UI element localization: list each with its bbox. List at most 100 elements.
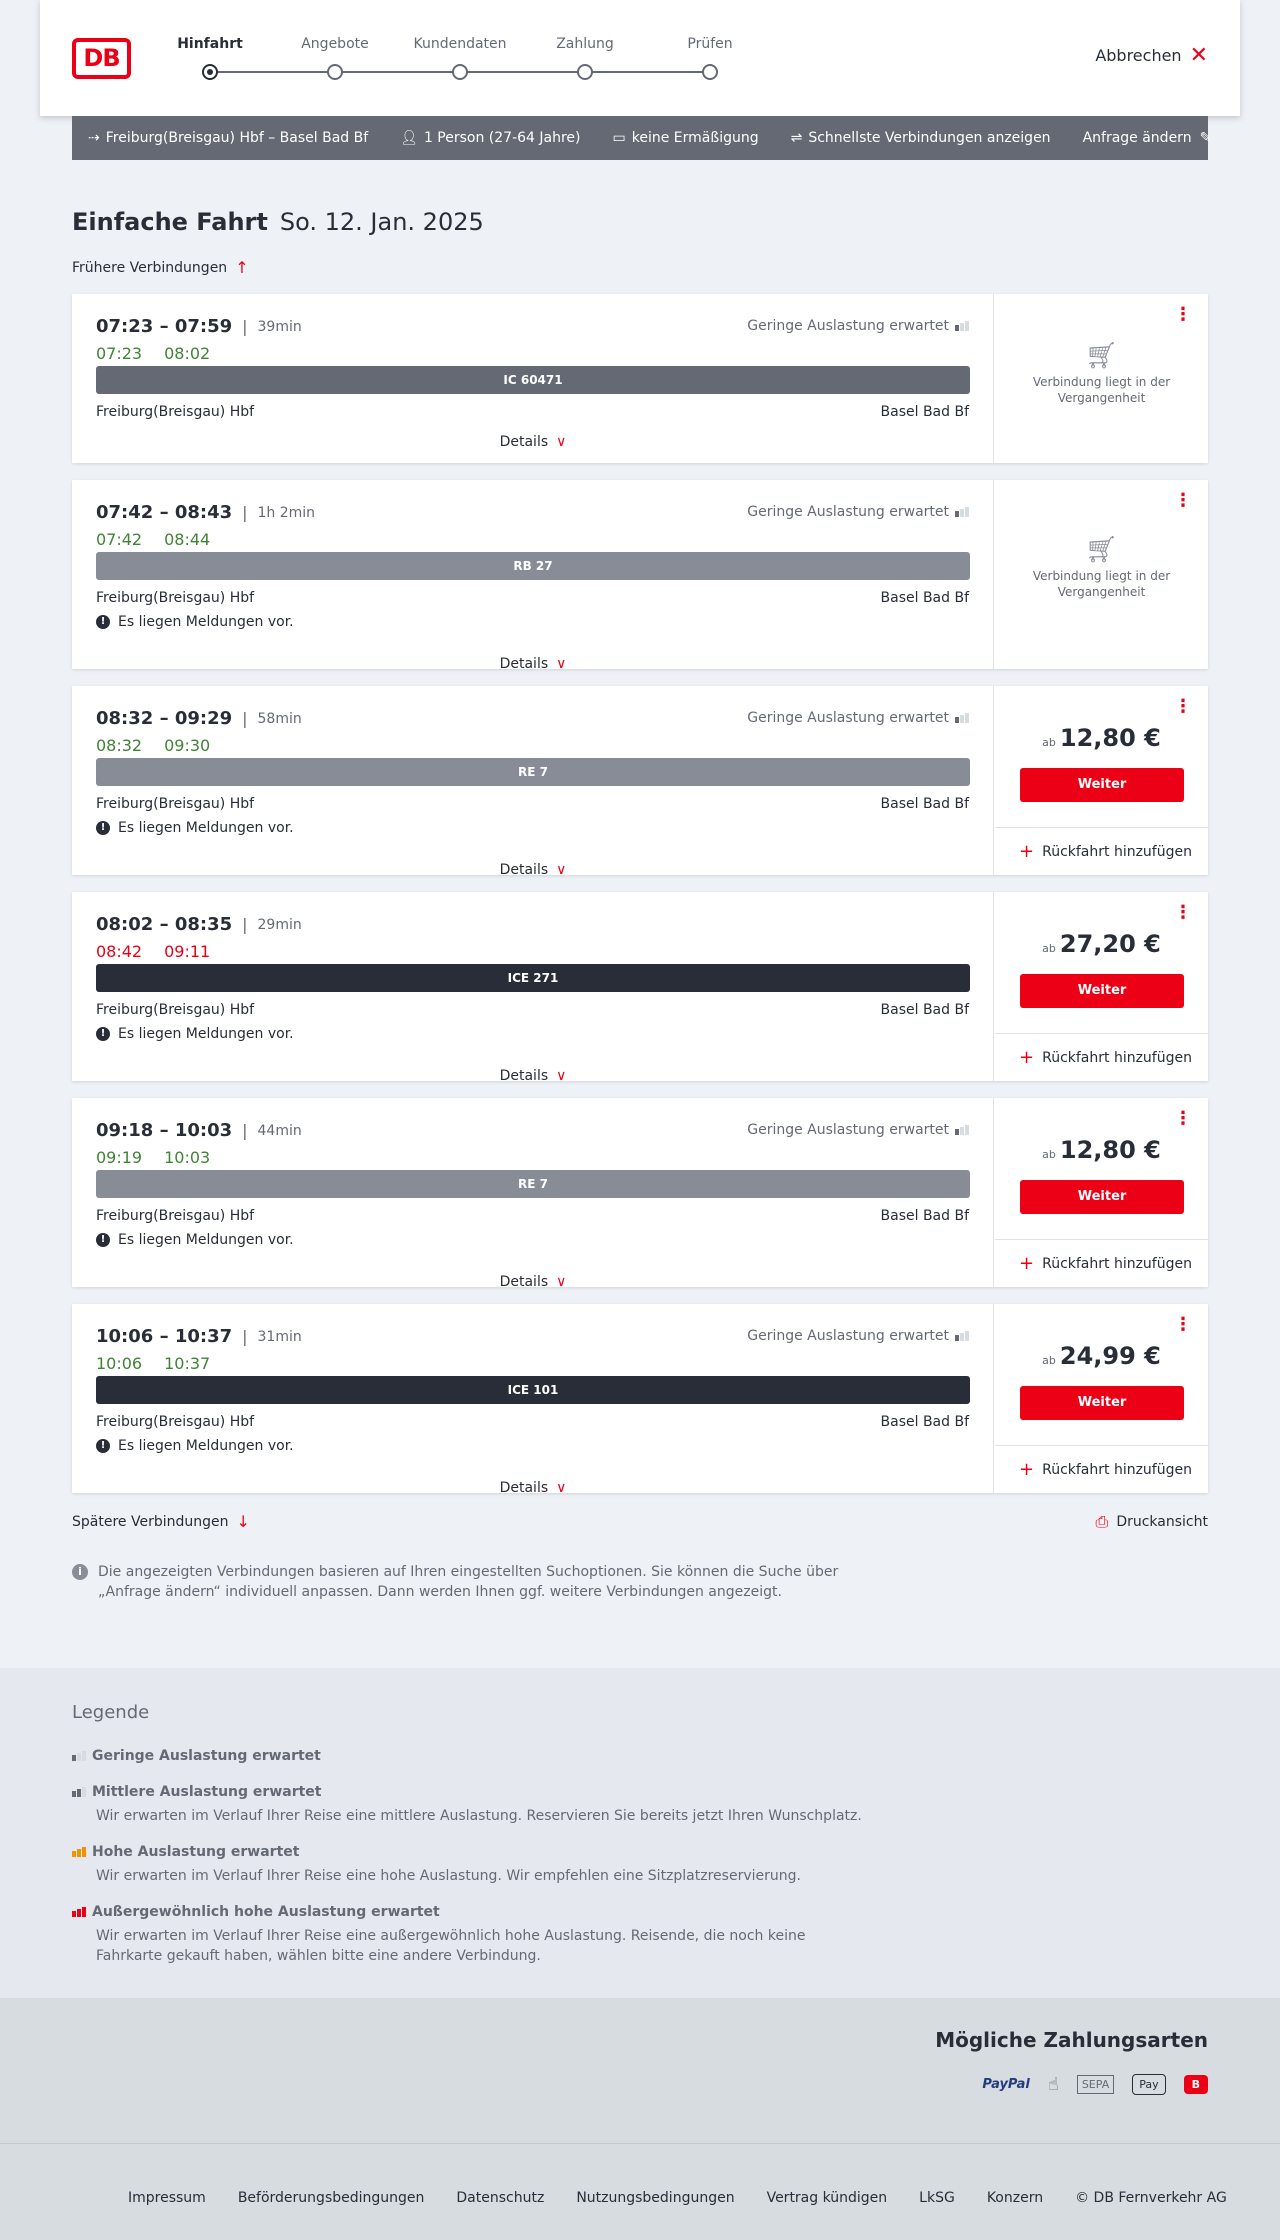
step-dot-hinfahrt (202, 64, 218, 80)
legend-item-extreme: Außergewöhnlich hohe Auslastung erwartet… (72, 1904, 876, 1966)
continue-button[interactable]: Weiter (1020, 974, 1184, 1008)
realtime-arrival: 09:30 (164, 736, 211, 755)
details-toggle[interactable]: Details ∨ (72, 434, 994, 450)
footer-link-konzern[interactable]: Konzern (987, 2190, 1043, 2206)
footer-link-datenschutz[interactable]: Datenschutz (456, 2190, 544, 2206)
details-toggle[interactable]: Details ∨ (72, 1068, 994, 1084)
service-message[interactable]: ! Es liegen Meldungen vor. (96, 1026, 294, 1042)
price: ab 12,80 € (995, 724, 1208, 752)
connection-details-pane: 07:42 – 08:43 | 1h 2min 07:42 08:44 Geri… (72, 480, 994, 672)
realtime-times: 08:42 09:11 (96, 942, 210, 961)
footer-link-kuendigen[interactable]: Vertrag kündigen (767, 2190, 888, 2206)
add-return-button[interactable]: + Rückfahrt hinzufügen (995, 1239, 1208, 1287)
add-return-button[interactable]: + Rückfahrt hinzufügen (995, 827, 1208, 875)
step-dot-angebote (327, 64, 343, 80)
occupancy-label: Geringe Auslastung erwartet (747, 1328, 949, 1344)
more-options-icon[interactable]: ⋮ (1174, 1316, 1192, 1334)
footer-link-befoerderung[interactable]: Beförderungsbedingungen (238, 2190, 425, 2206)
details-toggle[interactable]: Details ∨ (72, 1480, 994, 1496)
past-connection-label: Verbindung liegt in der Vergangenheit (1032, 569, 1171, 599)
train-line-bar[interactable]: RB 27 (96, 552, 970, 580)
earlier-connections-link[interactable]: Frühere Verbindungen ↑ (72, 258, 249, 277)
realtime-departure: 10:06 (96, 1354, 143, 1373)
connection-card: 09:18 – 10:03 | 44min 09:19 10:03 Gering… (72, 1098, 1208, 1290)
details-toggle[interactable]: Details ∨ (72, 656, 994, 672)
departure-station: Freiburg(Breisgau) Hbf (96, 1414, 255, 1430)
train-line-bar[interactable]: RE 7 (96, 758, 970, 786)
continue-button[interactable]: Weiter (1020, 1386, 1184, 1420)
planned-time-range: 08:32 – 09:29 (96, 708, 233, 729)
legend-section: Legende Geringe Auslastung erwartet Mitt… (0, 1668, 1280, 1998)
footer-link-impressum[interactable]: Impressum (128, 2190, 206, 2206)
load-low-icon (955, 1331, 969, 1341)
discount-label: keine Ermäßigung (631, 130, 759, 146)
train-line-bar[interactable]: ICE 101 (96, 1376, 970, 1404)
footer-link-nutzung[interactable]: Nutzungsbedingungen (576, 2190, 734, 2206)
footer-link-lksg[interactable]: LkSG (919, 2190, 955, 2206)
service-message[interactable]: ! Es liegen Meldungen vor. (96, 1438, 294, 1454)
more-options-icon[interactable]: ⋮ (1174, 306, 1192, 324)
add-return-button[interactable]: + Rückfahrt hinzufügen (995, 1445, 1208, 1493)
print-label: Druckansicht (1116, 1514, 1208, 1530)
occupancy-label: Geringe Auslastung erwartet (747, 318, 949, 334)
realtime-departure: 09:19 (96, 1148, 143, 1167)
db-logo[interactable]: DB (72, 38, 131, 79)
train-line-bar[interactable]: ICE 271 (96, 964, 970, 992)
plus-icon: + (1019, 1459, 1035, 1480)
service-message[interactable]: ! Es liegen Meldungen vor. (96, 1232, 294, 1248)
change-request-button[interactable]: Anfrage ändern ✎ (1083, 130, 1212, 146)
details-label: Details (499, 1274, 549, 1290)
details-label: Details (499, 434, 549, 450)
occupancy-label: Geringe Auslastung erwartet (747, 1122, 949, 1138)
service-message[interactable]: ! Es liegen Meldungen vor. (96, 614, 294, 630)
duration: 29min (257, 916, 302, 933)
realtime-times: 07:23 08:02 (96, 344, 210, 363)
details-toggle[interactable]: Details ∨ (72, 1274, 994, 1290)
arrival-station: Basel Bad Bf (880, 796, 969, 812)
offer-pane: ⋮ ab 24,99 € Weiter + Rückfahrt hinzufüge… (995, 1304, 1208, 1493)
continue-button[interactable]: Weiter (1020, 1180, 1184, 1214)
chevron-down-icon: ∨ (556, 1068, 567, 1084)
price: ab 12,80 € (995, 1136, 1208, 1164)
cancel-label: Abbrechen (1095, 46, 1182, 65)
cancel-button[interactable]: Abbrechen ✕ (1095, 44, 1208, 66)
departure-station: Freiburg(Breisgau) Hbf (96, 1002, 255, 1018)
more-options-icon[interactable]: ⋮ (1174, 698, 1192, 716)
occupancy-indicator: Geringe Auslastung erwartet (747, 318, 969, 334)
traveler-label: 1 Person (27-64 Jahre) (423, 130, 581, 146)
planned-times: 10:06 – 10:37 | 31min (96, 1326, 302, 1347)
more-options-icon[interactable]: ⋮ (1174, 904, 1192, 922)
train-line-bar[interactable]: IC 60471 (96, 366, 970, 394)
realtime-times: 08:32 09:30 (96, 736, 210, 755)
service-message-label: Es liegen Meldungen vor. (118, 820, 294, 836)
add-return-button[interactable]: + Rückfahrt hinzufügen (995, 1033, 1208, 1081)
add-return-label: Rückfahrt hinzufügen (1042, 1255, 1192, 1272)
details-toggle[interactable]: Details ∨ (72, 862, 994, 878)
chevron-down-icon: ∨ (556, 434, 567, 450)
service-message[interactable]: ! Es liegen Meldungen vor. (96, 820, 294, 836)
later-connections-link[interactable]: Spätere Verbindungen ↓ (72, 1512, 250, 1531)
past-connection-note: 🛒︎ Verbindung liegt in der Vergangenheit (995, 343, 1208, 406)
price: ab 27,20 € (995, 930, 1208, 958)
occupancy-label: Geringe Auslastung erwartet (747, 504, 949, 520)
offer-pane: ⋮ 🛒︎ Verbindung liegt in der Vergangenhe… (995, 480, 1208, 669)
fastest-toggle[interactable]: ⇌ Schnellste Verbindungen anzeigen (791, 130, 1051, 146)
apple-pay-icon: Pay (1132, 2074, 1166, 2095)
plus-icon: + (1019, 1047, 1035, 1068)
realtime-departure: 07:23 (96, 344, 143, 363)
realtime-arrival: 10:37 (164, 1354, 211, 1373)
continue-button[interactable]: Weiter (1020, 768, 1184, 802)
separator: | (242, 1327, 248, 1346)
print-view-link[interactable]: ⎙ Druckansicht (1096, 1512, 1208, 1532)
more-options-icon[interactable]: ⋮ (1174, 1110, 1192, 1128)
offer-pane: ⋮ ab 12,80 € Weiter + Rückfahrt hinzufüge… (995, 686, 1208, 875)
legend-title: Legende (72, 1702, 150, 1723)
details-label: Details (499, 1068, 549, 1084)
planned-times: 07:23 – 07:59 | 39min (96, 316, 302, 337)
train-line-bar[interactable]: RE 7 (96, 1170, 970, 1198)
arrival-station: Basel Bad Bf (880, 1002, 969, 1018)
more-options-icon[interactable]: ⋮ (1174, 492, 1192, 510)
price-prefix: ab (1042, 1148, 1056, 1161)
realtime-times: 07:42 08:44 (96, 530, 210, 549)
connection-card: 08:32 – 09:29 | 58min 08:32 09:30 Gering… (72, 686, 1208, 878)
